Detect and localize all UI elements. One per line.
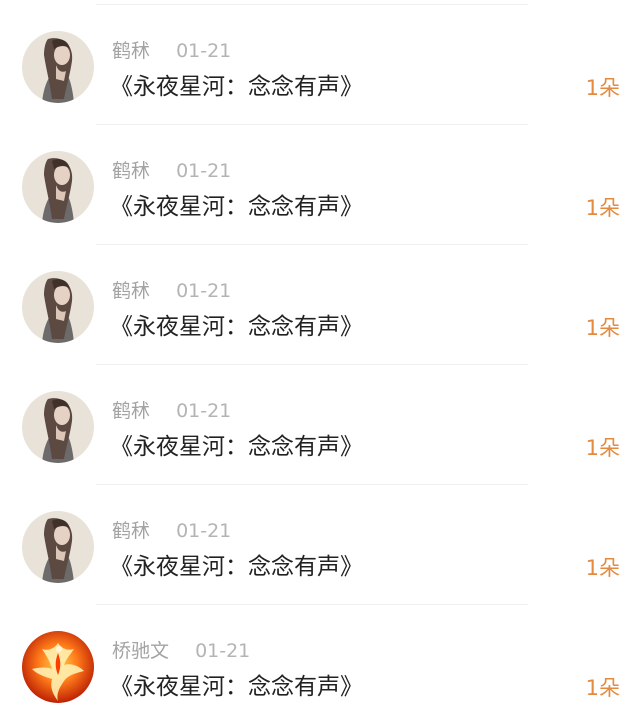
item-title: 《永夜星河：念念有声》 bbox=[110, 434, 363, 460]
avatar[interactable] bbox=[22, 511, 94, 583]
girl-portrait-avatar-icon bbox=[22, 31, 94, 103]
avatar[interactable] bbox=[22, 631, 94, 703]
gift-amount: 1朵 bbox=[585, 436, 620, 460]
avatar[interactable] bbox=[22, 391, 94, 463]
avatar[interactable] bbox=[22, 31, 94, 103]
avatar[interactable] bbox=[22, 151, 94, 223]
item-title: 《永夜星河：念念有声》 bbox=[110, 194, 363, 220]
list-item[interactable]: 鹤秫 01-21 《永夜星河：念念有声》 1朵 bbox=[0, 245, 640, 365]
item-title: 《永夜星河：念念有声》 bbox=[110, 554, 363, 580]
girl-portrait-avatar-icon bbox=[22, 151, 94, 223]
list-item[interactable]: 鹤秫 01-21 《永夜星河：念念有声》 1朵 bbox=[0, 5, 640, 125]
avatar[interactable] bbox=[22, 271, 94, 343]
list-item[interactable]: 桥驰文 01-21 《永夜星河：念念有声》 1朵 bbox=[0, 605, 640, 716]
user-name[interactable]: 鹤秫 bbox=[112, 519, 150, 543]
gift-amount: 1朵 bbox=[585, 76, 620, 100]
gift-record-list: 鹤秫 01-21 《永夜星河：念念有声》 1朵 鹤秫 01-21 《永夜星河：念… bbox=[0, 0, 640, 716]
item-date: 01-21 bbox=[176, 400, 232, 422]
item-date: 01-21 bbox=[195, 640, 251, 662]
girl-portrait-avatar-icon bbox=[22, 271, 94, 343]
item-meta: 鹤秫 01-21 bbox=[112, 39, 231, 63]
list-item[interactable]: 鹤秫 01-21 《永夜星河：念念有声》 1朵 bbox=[0, 125, 640, 245]
user-name[interactable]: 鹤秫 bbox=[112, 279, 150, 303]
item-date: 01-21 bbox=[176, 520, 232, 542]
item-date: 01-21 bbox=[176, 40, 232, 62]
gift-amount: 1朵 bbox=[585, 676, 620, 700]
list-item[interactable]: 鹤秫 01-21 《永夜星河：念念有声》 1朵 bbox=[0, 485, 640, 605]
user-name[interactable]: 鹤秫 bbox=[112, 399, 150, 423]
item-date: 01-21 bbox=[176, 280, 232, 302]
item-title: 《永夜星河：念念有声》 bbox=[110, 74, 363, 100]
user-name[interactable]: 鹤秫 bbox=[112, 39, 150, 63]
gift-amount: 1朵 bbox=[585, 556, 620, 580]
item-date: 01-21 bbox=[176, 160, 232, 182]
user-name[interactable]: 桥驰文 bbox=[112, 639, 169, 663]
item-meta: 鹤秫 01-21 bbox=[112, 279, 231, 303]
phoenix-avatar-icon bbox=[22, 631, 94, 703]
item-meta: 桥驰文 01-21 bbox=[112, 639, 250, 663]
gift-amount: 1朵 bbox=[585, 316, 620, 340]
girl-portrait-avatar-icon bbox=[22, 511, 94, 583]
item-meta: 鹤秫 01-21 bbox=[112, 519, 231, 543]
user-name[interactable]: 鹤秫 bbox=[112, 159, 150, 183]
item-title: 《永夜星河：念念有声》 bbox=[110, 674, 363, 700]
list-item[interactable]: 鹤秫 01-21 《永夜星河：念念有声》 1朵 bbox=[0, 365, 640, 485]
gift-amount: 1朵 bbox=[585, 196, 620, 220]
item-title: 《永夜星河：念念有声》 bbox=[110, 314, 363, 340]
item-meta: 鹤秫 01-21 bbox=[112, 159, 231, 183]
girl-portrait-avatar-icon bbox=[22, 391, 94, 463]
item-meta: 鹤秫 01-21 bbox=[112, 399, 231, 423]
